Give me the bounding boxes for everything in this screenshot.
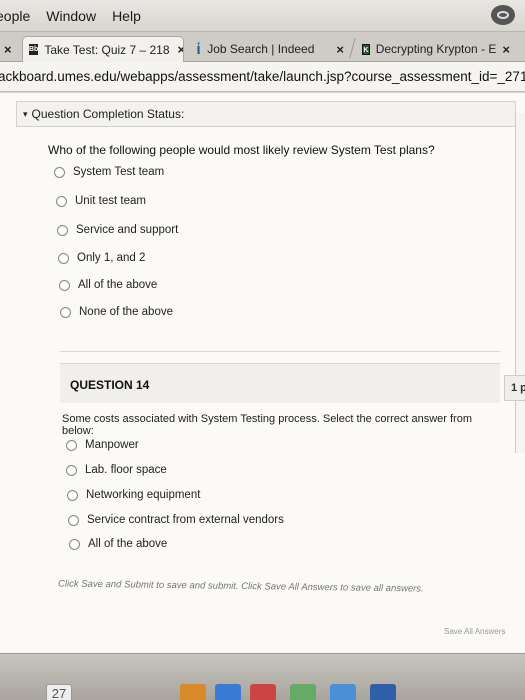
option-label: Manpower	[85, 439, 139, 451]
radio-button[interactable]	[60, 306, 71, 318]
app-icon[interactable]	[215, 684, 241, 700]
option-label: System Test team	[73, 166, 165, 178]
close-icon[interactable]: ×	[178, 42, 183, 57]
question-14-title: QUESTION 14	[70, 378, 150, 392]
option-label: Networking equipment	[86, 489, 201, 501]
option-label: All of the above	[88, 538, 168, 550]
app-icon[interactable]	[250, 684, 276, 700]
q13-option[interactable]: System Test team	[54, 166, 164, 178]
radio-button[interactable]	[66, 439, 77, 451]
menu-window[interactable]: Window	[38, 8, 104, 24]
address-bar[interactable]: ackboard.umes.edu/webapps/assessment/tak…	[0, 62, 525, 92]
expand-triangle-icon[interactable]: ▾	[23, 109, 28, 120]
calendar-icon[interactable]: 27	[46, 684, 72, 700]
assessment-page: ▾ Question Completion Status: Who of the…	[0, 93, 525, 653]
tab-label: Decrypting Krypton - E	[375, 42, 497, 56]
browser-tab-bar: × Bb Take Test: Quiz 7 – 218 × ἱ Job Sea…	[0, 32, 525, 62]
tab-decrypting-krypton[interactable]: K Decrypting Krypton - E ×	[356, 36, 516, 62]
option-label: Service contract from external vendors	[87, 514, 284, 526]
q13-option[interactable]: Only 1, and 2	[58, 252, 145, 264]
tab-job-search[interactable]: ἱ Job Search | Indeed ×	[190, 36, 350, 62]
save-all-answers-button[interactable]: Save All Answers	[444, 627, 505, 636]
app-icon[interactable]	[180, 684, 206, 700]
option-label: Lab. floor space	[85, 464, 167, 476]
q13-option[interactable]: All of the above	[59, 279, 157, 291]
option-label: Service and support	[76, 224, 179, 236]
question-14-container: QUESTION 14 1 p	[60, 363, 525, 613]
q14-option[interactable]: Service contract from external vendors	[68, 514, 284, 526]
option-label: Only 1, and 2	[77, 252, 146, 264]
radio-button[interactable]	[69, 538, 80, 550]
points-badge: 1 p	[504, 375, 525, 401]
url-text[interactable]: ackboard.umes.edu/webapps/assessment/tak…	[0, 69, 525, 84]
menu-people[interactable]: eople	[0, 8, 38, 24]
radio-button[interactable]	[56, 195, 67, 207]
radio-button[interactable]	[59, 279, 70, 291]
q13-option[interactable]: None of the above	[60, 306, 173, 318]
indeed-icon: ἱ	[196, 40, 201, 58]
app-icon[interactable]	[290, 684, 316, 700]
option-label: None of the above	[79, 306, 173, 318]
radio-button[interactable]	[67, 489, 78, 501]
radio-button[interactable]	[57, 224, 68, 236]
question-14-text: Some costs associated with System Testin…	[62, 413, 473, 437]
os-menu-bar: eople Window Help	[0, 0, 525, 32]
question-divider	[60, 351, 500, 352]
app-icon[interactable]	[330, 684, 356, 700]
status-label: Question Completion Status:	[31, 107, 185, 121]
q14-option[interactable]: Manpower	[66, 439, 139, 451]
app-icon[interactable]	[370, 684, 396, 700]
radio-button[interactable]	[68, 514, 79, 526]
tab-take-test[interactable]: Bb Take Test: Quiz 7 – 218 ×	[22, 36, 184, 62]
right-panel-edge	[515, 113, 525, 453]
menu-help[interactable]: Help	[104, 8, 149, 24]
radio-button[interactable]	[54, 166, 65, 178]
creative-cloud-icon[interactable]	[491, 5, 515, 25]
q14-option[interactable]: All of the above	[69, 538, 167, 550]
tab-label: Job Search | Indeed	[207, 42, 315, 56]
question-13-text: Who of the following people would most l…	[48, 143, 435, 157]
tab-label: Take Test: Quiz 7 – 218	[44, 42, 170, 57]
option-label: All of the above	[78, 279, 158, 291]
q13-option[interactable]: Service and support	[57, 224, 178, 236]
option-label: Unit test team	[75, 195, 146, 207]
prev-tab-close-button[interactable]: ×	[0, 36, 18, 62]
radio-button[interactable]	[66, 464, 77, 476]
close-icon[interactable]: ×	[502, 42, 510, 57]
q14-option[interactable]: Lab. floor space	[66, 464, 167, 476]
blackboard-icon: Bb	[29, 44, 39, 55]
q13-option[interactable]: Unit test team	[56, 195, 146, 207]
dock: 27	[0, 653, 525, 700]
q14-option[interactable]: Networking equipment	[67, 489, 200, 501]
krypton-icon: K	[362, 43, 370, 55]
radio-button[interactable]	[58, 252, 69, 264]
close-icon[interactable]: ×	[336, 42, 344, 57]
tab-separator	[349, 38, 356, 58]
question-14-header: QUESTION 14	[60, 363, 500, 403]
question-completion-status[interactable]: ▾ Question Completion Status:	[16, 101, 516, 127]
